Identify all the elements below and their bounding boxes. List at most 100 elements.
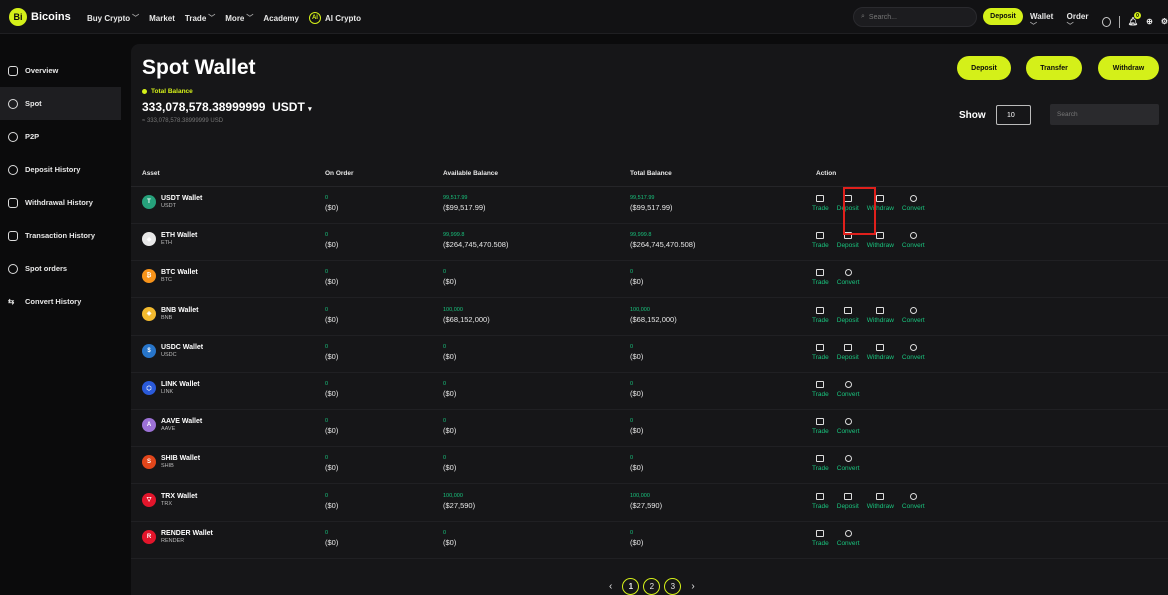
sidebar-item-p2p[interactable]: P2P <box>0 120 121 153</box>
convert-action-button[interactable]: Convert <box>837 418 860 435</box>
eth-coin-icon: ◆ <box>142 232 156 247</box>
sidebar-item-deposit-history[interactable]: Deposit History <box>0 153 121 186</box>
deposit-button[interactable]: Deposit <box>957 56 1011 80</box>
on-order-cell: 0 ($0) <box>325 195 338 212</box>
page-size-select[interactable]: 10 <box>996 105 1031 125</box>
settings-icon[interactable]: ⚙ <box>1161 17 1168 26</box>
withdrawal-history-icon <box>8 197 18 208</box>
deposit-action-button[interactable]: Deposit <box>837 306 859 324</box>
transfer-button[interactable]: Transfer <box>1026 56 1082 80</box>
available-usd: ($68,152,000) <box>443 314 490 324</box>
available-usd: ($0) <box>443 426 457 436</box>
on-order-amount: 0 <box>325 269 329 276</box>
nav-more[interactable]: More ﹀ <box>225 12 253 24</box>
ai-icon: AI <box>308 12 321 24</box>
page-title: Spot Wallet <box>142 56 256 79</box>
nav-order[interactable]: Order ﹀ <box>1067 12 1094 31</box>
deposit-action-button[interactable]: Deposit <box>837 492 859 510</box>
sidebar-item-withdrawal-history[interactable]: Withdrawal History <box>0 186 121 219</box>
sidebar-item-label: Transaction History <box>25 231 96 240</box>
on-order-usd: ($0) <box>325 389 339 398</box>
convert-action-button[interactable]: Convert <box>902 343 925 361</box>
trade-action-button[interactable]: Trade <box>812 455 829 472</box>
trade-action-button[interactable]: Trade <box>812 529 829 547</box>
trade-action-button[interactable]: Trade <box>812 269 829 286</box>
available-usd: ($0) <box>443 463 457 473</box>
nav-trade[interactable]: Trade ﹀ <box>185 12 215 24</box>
trade-action-label: Trade <box>812 391 829 398</box>
trade-icon <box>816 306 825 314</box>
wallet-search-input[interactable]: Search <box>1050 104 1159 125</box>
next-page-button[interactable]: › <box>691 581 694 592</box>
page-2-button[interactable]: 2 <box>643 578 661 595</box>
sidebar-item-transaction-history[interactable]: Transaction History <box>0 219 121 252</box>
sidebar-item-convert-history[interactable]: ⇆ Convert History <box>0 285 121 318</box>
page-1-button[interactable]: 1 <box>622 578 640 595</box>
nav-market-label: Market <box>149 13 175 23</box>
trade-action-button[interactable]: Trade <box>812 343 829 361</box>
convert-action-label: Convert <box>836 279 860 287</box>
nav-deposit-button[interactable]: Deposit <box>983 8 1023 25</box>
prev-page-button[interactable]: ‹ <box>609 581 612 592</box>
withdraw-action-button[interactable]: Withdraw <box>867 343 894 361</box>
total-cell: 99,517.99 ($99,517.99) <box>630 195 673 212</box>
sidebar-item-spot[interactable]: Spot <box>0 87 121 120</box>
trade-action-button[interactable]: Trade <box>812 195 829 212</box>
available-usd: ($0) <box>443 277 457 287</box>
convert-action-button[interactable]: Convert <box>901 306 925 324</box>
globe-icon[interactable]: ⊕ <box>1146 17 1153 26</box>
convert-action-button[interactable]: Convert <box>902 195 925 212</box>
sidebar-item-spot-orders[interactable]: Spot orders <box>0 252 121 285</box>
total-balance-label-text: Total Balance <box>151 88 193 95</box>
deposit-action-button[interactable]: Deposit <box>837 343 859 361</box>
withdraw-button[interactable]: Withdraw <box>1098 56 1159 80</box>
convert-action-button[interactable]: Convert <box>837 455 860 472</box>
withdraw-action-button[interactable]: Withdraw <box>867 492 894 510</box>
convert-icon <box>909 492 917 500</box>
usdt-coin-icon: T <box>142 195 156 209</box>
nav-academy[interactable]: Academy <box>263 12 299 24</box>
available-cell: 0 ($0) <box>443 269 456 286</box>
currency-selector[interactable]: USDT ▾ <box>272 100 312 114</box>
sidebar-item-overview[interactable]: Overview <box>0 54 121 87</box>
nav-market[interactable]: Market <box>149 12 175 24</box>
page-3-button[interactable]: 3 <box>664 578 682 595</box>
convert-action-button[interactable]: Convert <box>837 529 860 547</box>
trade-action-button[interactable]: Trade <box>812 381 829 398</box>
convert-action-button[interactable]: Convert <box>902 492 925 510</box>
convert-action-label: Convert <box>901 316 925 324</box>
action-cell: Trade Deposit Withdraw Convert <box>812 492 933 510</box>
trade-action-button[interactable]: Trade <box>812 418 829 435</box>
status-dot-icon <box>142 89 147 94</box>
convert-action-button[interactable]: Convert <box>837 269 860 286</box>
trade-action-button[interactable]: Trade <box>812 492 829 510</box>
trade-icon <box>816 529 825 537</box>
on-order-cell: 0 ($0) <box>325 381 338 398</box>
trade-action-label: Trade <box>812 242 829 250</box>
top-navigation: Bi Bicoins Buy Crypto ﹀ Market Trade ﹀ Mor… <box>0 0 1168 34</box>
asset-name: SHIB Wallet <box>161 455 201 463</box>
asset-cell: ◆ ETH Wallet ETH <box>142 232 197 247</box>
trade-action-button[interactable]: Trade <box>812 232 829 249</box>
logo[interactable]: Bi Bicoins <box>9 8 71 26</box>
nav-ai-crypto[interactable]: AI AI Crypto <box>308 12 361 24</box>
available-amount: 100,000 <box>443 306 463 313</box>
available-cell: 99,517.99 ($99,517.99) <box>443 195 486 212</box>
asset-cell: A AAVE Wallet AAVE <box>142 418 202 433</box>
convert-action-button[interactable]: Convert <box>837 381 860 398</box>
total-usd: ($0) <box>630 389 644 398</box>
trade-action-button[interactable]: Trade <box>812 306 829 324</box>
user-icon[interactable] <box>1102 16 1112 27</box>
convert-action-button[interactable]: Convert <box>902 232 925 249</box>
withdraw-action-label: Withdraw <box>866 242 894 250</box>
nav-buy-crypto[interactable]: Buy Crypto ﹀ <box>87 12 139 24</box>
asset-name: USDC Wallet <box>161 343 204 351</box>
nav-wallet[interactable]: Wallet ﹀ <box>1030 12 1059 31</box>
withdraw-action-button[interactable]: Withdraw <box>867 306 894 324</box>
on-order-amount: 0 <box>325 306 329 313</box>
nav-search-input[interactable]: ⌕ Search... <box>853 7 977 27</box>
action-cell: Trade Convert <box>812 269 868 286</box>
bell-icon[interactable]: 🔔︎ 0 <box>1128 12 1141 26</box>
convert-action-label: Convert <box>901 242 925 250</box>
on-order-usd: ($0) <box>325 500 339 510</box>
